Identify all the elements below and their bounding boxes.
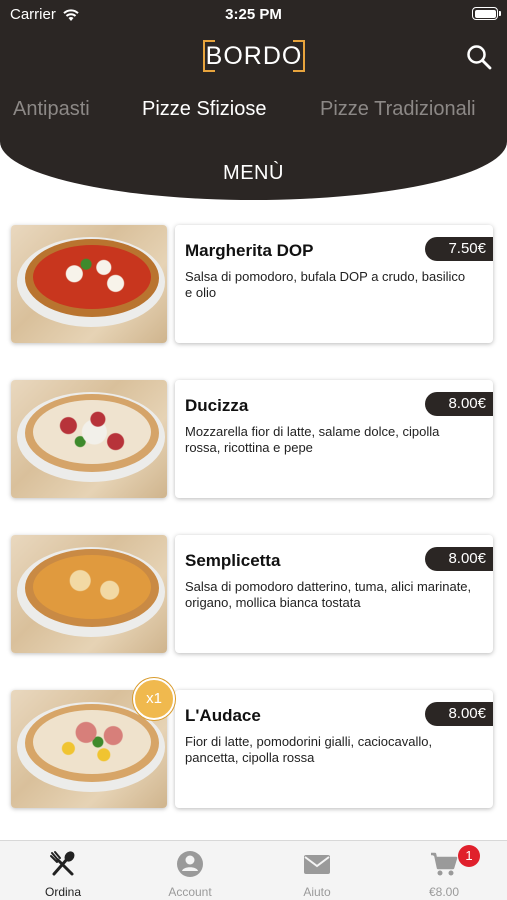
fork-spoon-icon [50, 851, 75, 876]
bordo-logo: BORDO [203, 39, 305, 73]
pizza-photo [11, 380, 167, 498]
cart-count-badge: 1 [458, 845, 480, 867]
account-icon [177, 851, 203, 877]
cart-icon [431, 852, 458, 876]
price-badge: 8.00€ [425, 547, 493, 571]
search-icon[interactable] [464, 42, 494, 72]
menu-item[interactable]: Ducizza 8.00€ Mozzarella fior di latte, … [11, 380, 493, 498]
price-badge: 8.00€ [425, 392, 493, 416]
category-tab-pizze-tradizionali[interactable]: Pizze Tradizionali [320, 98, 476, 121]
tab-bar: Ordina Account Aiuto 1 €8.00 [0, 840, 507, 900]
pizza-photo [11, 225, 167, 343]
tab-account[interactable]: Account [127, 841, 253, 900]
tab-label: Aiuto [303, 885, 331, 899]
section-title: MENÙ [223, 162, 284, 184]
tab-label: €8.00 [428, 885, 460, 899]
category-tab-antipasti[interactable]: Antipasti [13, 98, 90, 121]
item-description: Salsa di pomodoro, bufala DOP a crudo, b… [185, 269, 466, 300]
pizza-photo [11, 535, 167, 653]
item-card[interactable]: Ducizza 8.00€ Mozzarella fior di latte, … [175, 380, 493, 498]
status-time: 3:25 PM [225, 6, 282, 23]
quantity-badge: x1 [133, 678, 175, 720]
item-card[interactable]: L'Audace 8.00€ Fior di latte, pomodorini… [175, 690, 493, 808]
item-card[interactable]: Margherita DOP 7.50€ Salsa di pomodoro, … [175, 225, 493, 343]
menu-item[interactable]: Semplicetta 8.00€ Salsa di pomodoro datt… [11, 535, 493, 653]
status-bar: Carrier 3:25 PM [0, 0, 507, 30]
tab-label: Account [168, 885, 212, 899]
menu-item[interactable]: L'Audace 8.00€ Fior di latte, pomodorini… [11, 678, 493, 808]
tab-label: Ordina [44, 885, 82, 899]
price-badge: 8.00€ [425, 702, 493, 726]
category-tab-pizze-sfiziose[interactable]: Pizze Sfiziose [142, 98, 267, 121]
item-description: Fior di latte, pomodorini gialli, cacioc… [185, 734, 433, 765]
tab-cart[interactable]: 1 €8.00 [381, 841, 507, 900]
tab-aiuto[interactable]: Aiuto [254, 841, 380, 900]
mail-icon [304, 855, 330, 874]
category-tabs: Antipasti Pizze Sfiziose Pizze Tradizion… [0, 98, 507, 130]
item-description: Salsa di pomodoro datterino, tuma, alici… [185, 579, 472, 610]
tab-ordina[interactable]: Ordina [0, 841, 126, 900]
item-name: Ducizza [185, 396, 249, 415]
logo-text: BORDO [205, 42, 303, 70]
price-badge: 7.50€ [425, 237, 493, 261]
item-name: Margherita DOP [185, 241, 314, 260]
item-name: Semplicetta [185, 551, 281, 570]
battery-icon [472, 7, 501, 20]
app-header: Carrier 3:25 PM BORDO Antipasti Pizze Sf… [0, 0, 507, 200]
item-card[interactable]: Semplicetta 8.00€ Salsa di pomodoro datt… [175, 535, 493, 653]
item-name: L'Audace [185, 706, 261, 725]
menu-item[interactable]: Margherita DOP 7.50€ Salsa di pomodoro, … [11, 225, 493, 343]
item-description: Mozzarella fior di latte, salame dolce, … [185, 424, 440, 455]
